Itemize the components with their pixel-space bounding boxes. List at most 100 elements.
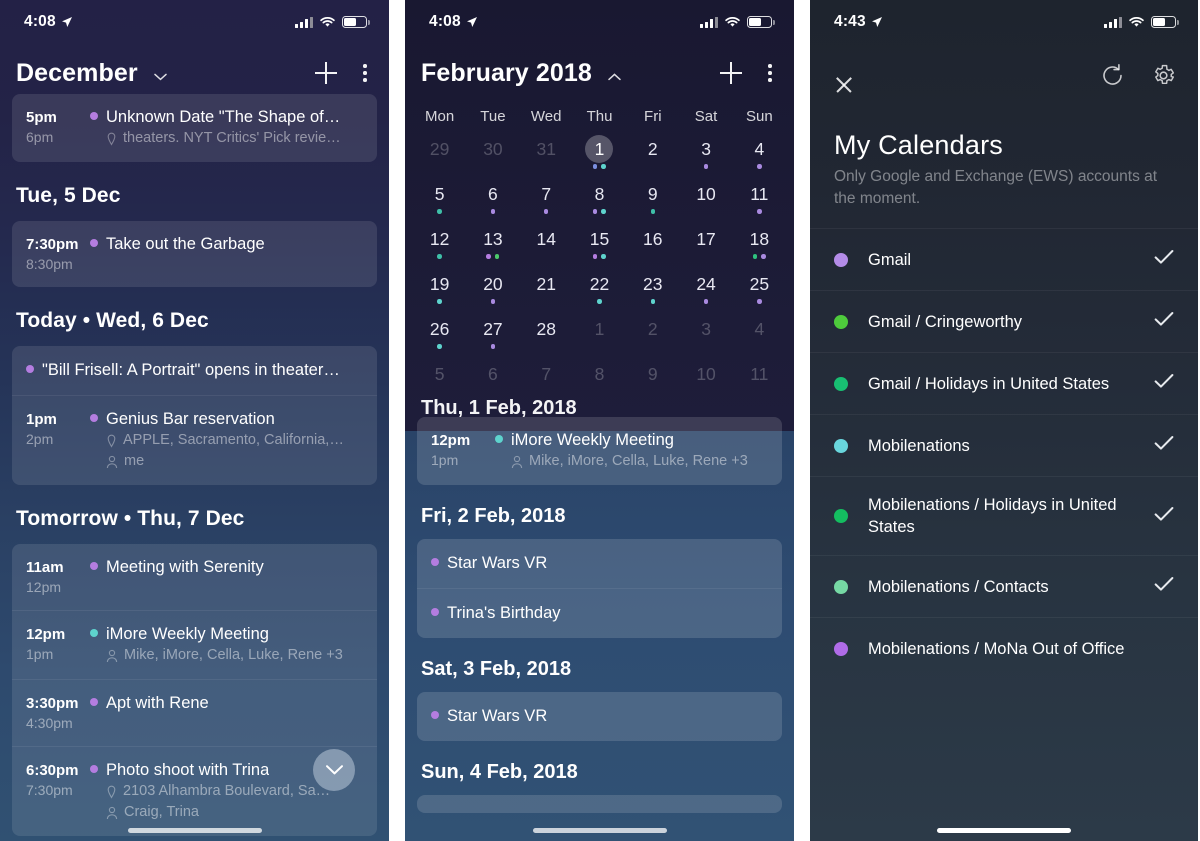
day-cell[interactable]: 17 <box>679 225 732 270</box>
event-title-row: Take out the Garbage <box>90 234 363 255</box>
status-bar: 4:08 <box>405 0 794 44</box>
day-cell[interactable]: 29 <box>413 135 466 180</box>
day-cell[interactable]: 11 <box>733 180 786 225</box>
agenda-day-header: Tue, 5 Dec <box>16 184 121 207</box>
sync-button[interactable] <box>1100 63 1125 88</box>
calendar-checkbox[interactable] <box>1154 373 1174 394</box>
month-grid[interactable]: 29 30 31 1 2 3 4 5 6 7 8 9 10 11 12 13 14 15 16 17 18 19 20 21 2… <box>405 135 794 405</box>
event-title: Genius Bar reservation <box>106 410 275 428</box>
add-event-button[interactable] <box>720 62 743 84</box>
day-cell[interactable]: 26 <box>413 315 466 360</box>
day-cell[interactable]: 6 <box>466 180 519 225</box>
event-row[interactable]: 5pm 6pm Unknown Date "The Shape of… theater… <box>12 94 377 162</box>
day-cell[interactable]: 28 <box>520 315 573 360</box>
status-bar-left: 4:08 <box>429 13 478 31</box>
calendar-checkbox[interactable] <box>1154 435 1174 456</box>
overflow-menu-button[interactable] <box>363 64 367 82</box>
day-cell[interactable]: 18 <box>733 225 786 270</box>
day-cell[interactable]: 20 <box>466 270 519 315</box>
day-cell[interactable]: 3 <box>679 315 732 360</box>
day-cell[interactable]: 14 <box>520 225 573 270</box>
day-event-dots <box>437 299 442 304</box>
event-row[interactable]: 1pm 2pm Genius Bar reservation APPLE, Sacra… <box>12 395 377 485</box>
event-row[interactable]: Star Wars VR <box>417 539 782 588</box>
calendar-color-dot <box>834 252 848 267</box>
calendar-list-item[interactable]: Mobilenations / MoNa Out of Office <box>810 617 1198 679</box>
agenda-day-header: Today • Wed, 6 Dec <box>16 309 209 332</box>
agenda-list[interactable]: 5pm 6pm Unknown Date "The Shape of… theater… <box>0 94 389 836</box>
day-cell[interactable]: 2 <box>626 315 679 360</box>
event-start-time: 5pm <box>26 109 57 126</box>
day-cell[interactable]: 4 <box>733 315 786 360</box>
day-cell[interactable]: 1 <box>573 315 626 360</box>
nav-title-label: December <box>16 58 138 87</box>
settings-button[interactable] <box>1151 63 1176 88</box>
event-row[interactable]: 12pm 1pm iMore Weekly Meeting Mike, iMore, … <box>12 610 377 679</box>
day-cell[interactable]: 16 <box>626 225 679 270</box>
calendar-checkbox[interactable] <box>1154 311 1174 332</box>
calendar-name: Gmail / Cringeworthy <box>868 312 1023 331</box>
home-indicator <box>532 828 667 833</box>
day-cell[interactable]: 22 <box>573 270 626 315</box>
event-row[interactable]: Trina's Birthday <box>417 588 782 638</box>
event-detail-text: 2103 Alhambra Boulevard, Sa… <box>123 783 331 799</box>
event-row[interactable]: 12pm 1pm iMore Weekly Meeting Mike, iMore, … <box>417 417 782 485</box>
day-cell[interactable]: 2 <box>626 135 679 180</box>
day-number: 1 <box>585 135 614 163</box>
calendar-checkbox[interactable] <box>1154 249 1174 270</box>
calendar-checkbox[interactable] <box>1154 576 1174 597</box>
day-cell[interactable]: 12 <box>413 225 466 270</box>
calendar-color-dot <box>834 314 848 329</box>
agenda-day-card: "Bill Frisell: A Portrait" opens in thea… <box>12 346 377 485</box>
day-cell[interactable]: 23 <box>626 270 679 315</box>
day-cell[interactable]: 31 <box>520 135 573 180</box>
calendar-list-item[interactable]: Mobilenations / Contacts <box>810 555 1198 617</box>
event-row[interactable]: 11am 12pm Meeting with Serenity <box>12 544 377 610</box>
calendar-list-item[interactable]: Mobilenations / Holidays in United State… <box>810 476 1198 555</box>
event-row[interactable]: 7:30pm 8:30pm Take out the Garbage <box>12 221 377 287</box>
day-cell[interactable]: 3 <box>679 135 732 180</box>
phone-month-view: 4:08 February 2018 Mon Tue Wed Thu Fri S… <box>405 0 794 841</box>
event-row[interactable]: 3:30pm 4:30pm Apt with Rene <box>12 679 377 746</box>
cellular-signal-icon <box>295 16 313 28</box>
day-number: 29 <box>429 139 450 159</box>
event-title-row: iMore Weekly Meeting <box>495 430 768 451</box>
day-cell[interactable]: 24 <box>679 270 732 315</box>
calendar-list[interactable]: Gmail Gmail / Cringeworthy Gmail / Holiday… <box>810 228 1198 679</box>
day-cell[interactable]: 8 <box>573 180 626 225</box>
scroll-down-fab[interactable] <box>313 749 355 791</box>
calendar-list-item[interactable]: Mobilenations <box>810 414 1198 476</box>
event-row[interactable]: "Bill Frisell: A Portrait" opens in thea… <box>12 346 377 395</box>
overflow-menu-button[interactable] <box>768 64 772 82</box>
day-event-dots <box>703 299 709 304</box>
calendar-checkbox[interactable] <box>1154 506 1174 527</box>
day-cell[interactable]: 15 <box>573 225 626 270</box>
day-number: 15 <box>589 229 610 249</box>
location-pin-icon <box>107 132 116 146</box>
month-picker-button[interactable]: December <box>16 59 167 88</box>
day-cell[interactable]: 25 <box>733 270 786 315</box>
event-row[interactable]: Star Wars VR <box>417 692 782 741</box>
day-cell[interactable]: 9 <box>626 180 679 225</box>
day-cell[interactable]: 1 <box>573 135 626 180</box>
event-start-time: 12pm <box>431 432 471 449</box>
month-event-list[interactable]: Thu, 1 Feb, 2018 12pm 1pm iMore Weekly Meet… <box>405 397 794 813</box>
day-cell[interactable]: 7 <box>520 180 573 225</box>
day-event-dots <box>437 344 442 349</box>
day-cell[interactable]: 4 <box>733 135 786 180</box>
day-cell[interactable]: 10 <box>679 180 732 225</box>
month-picker-button[interactable]: February 2018 <box>421 59 621 88</box>
calendar-list-item[interactable]: Gmail / Cringeworthy <box>810 290 1198 352</box>
day-number: 10 <box>696 364 716 384</box>
day-cell[interactable]: 21 <box>520 270 573 315</box>
day-cell[interactable]: 27 <box>466 315 519 360</box>
day-cell[interactable]: 19 <box>413 270 466 315</box>
day-cell[interactable]: 13 <box>466 225 519 270</box>
calendar-list-item[interactable]: Gmail / Holidays in United States <box>810 352 1198 414</box>
event-body: Trina's Birthday <box>431 603 768 624</box>
status-bar-right <box>700 16 775 28</box>
day-cell[interactable]: 5 <box>413 180 466 225</box>
day-cell[interactable]: 30 <box>466 135 519 180</box>
calendar-list-item[interactable]: Gmail <box>810 228 1198 290</box>
add-event-button[interactable] <box>315 62 338 84</box>
